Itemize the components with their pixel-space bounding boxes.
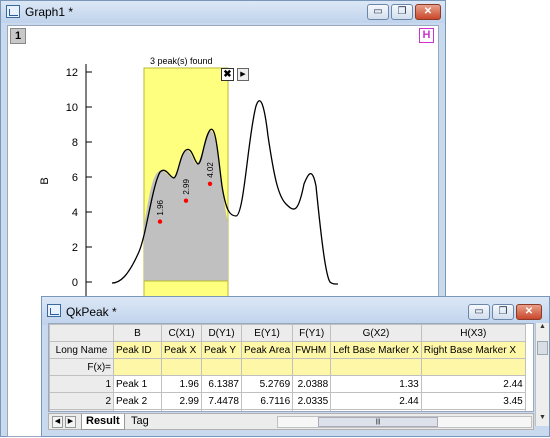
column-header[interactable]: E(Y1) (240, 324, 294, 342)
table-cell[interactable]: 2.44 (420, 375, 526, 393)
long-name-label[interactable]: Long Name (49, 341, 114, 359)
hscroll-thumb[interactable]: ||| (318, 417, 438, 427)
long-name-cell[interactable]: FWHM (292, 341, 332, 359)
graph-titlebar[interactable]: Graph1 * ▭ ❐ ✕ (1, 1, 445, 23)
y-tick-label: 6 (72, 172, 78, 184)
table-cell[interactable]: 3.45 (330, 409, 422, 411)
column-header[interactable]: F(Y1) (292, 324, 332, 342)
table-row: 2 Peak 2 2.99 7.4478 6.7116 2.0335 2.44 3.45 (49, 392, 526, 410)
table-cell[interactable]: 5.2769 (240, 375, 294, 393)
long-name-cell[interactable]: Peak Area (240, 341, 294, 359)
fx-cell[interactable] (292, 358, 332, 376)
table-cell[interactable]: 2.99 (161, 392, 202, 410)
scroll-down-icon[interactable]: ▼ (536, 414, 549, 426)
worksheet-window-icon (47, 304, 61, 317)
table-cell[interactable]: 4.02 (161, 409, 202, 411)
peak-label: 2.99 (182, 179, 191, 195)
y-tick-label: 12 (66, 67, 78, 79)
column-header[interactable]: D(Y1) (201, 324, 242, 342)
fx-row: F(x)= (49, 358, 526, 376)
table-cell[interactable]: 7.4478 (201, 392, 242, 410)
fx-cell[interactable] (161, 358, 202, 376)
fx-cell[interactable] (240, 358, 294, 376)
sheet-tab-bar: ◀ ▶ Result Tag ||| (48, 413, 534, 430)
table-cell[interactable]: Peak 1 (113, 375, 162, 393)
table-cell[interactable]: 1.33 (330, 375, 422, 393)
row-number[interactable]: 3 (49, 409, 114, 411)
peak-label: 1.96 (156, 199, 165, 215)
table-cell[interactable]: 2.44 (330, 392, 422, 410)
long-name-cell[interactable]: Left Base Marker X (330, 341, 422, 359)
fx-label[interactable]: F(x)= (49, 358, 114, 376)
y-tick-label: 2 (72, 242, 78, 254)
long-name-cell[interactable]: Right Base Marker X (420, 341, 526, 359)
worksheet-titlebar[interactable]: QkPeak * ▭ ❐ ✕ (42, 297, 549, 325)
fx-cell[interactable] (330, 358, 422, 376)
long-name-cell[interactable]: Peak X (161, 341, 202, 359)
table-cell[interactable]: 6.1387 (201, 375, 242, 393)
table-cell[interactable]: 3.45 (420, 392, 526, 410)
peak-marker[interactable] (157, 219, 163, 224)
tab-result[interactable]: Result (81, 414, 125, 430)
long-name-row: Long Name Peak ID Peak X Peak Y Peak Are… (49, 341, 526, 359)
table-cell[interactable]: 2.0335 (292, 392, 332, 410)
roi-close-button[interactable]: ✖ (221, 68, 234, 81)
roi-menu-button[interactable]: ▶ (237, 68, 249, 81)
table-row: 1 Peak 1 1.96 6.1387 5.2769 2.0388 1.33 2.44 (49, 375, 526, 393)
wks-restore-button[interactable]: ❐ (492, 304, 514, 320)
scroll-thumb[interactable] (537, 341, 548, 355)
tab-next-icon[interactable]: ▶ (65, 416, 76, 428)
horizontal-scrollbar[interactable]: ||| (277, 416, 532, 428)
table-cell[interactable]: 4.79 (420, 409, 526, 411)
table-row: 3Peak 34.028.29798.57911.13133.454.79 (49, 409, 526, 411)
table-cell[interactable]: Peak 3 (113, 409, 162, 411)
column-header[interactable]: H(X3) (420, 324, 526, 342)
worksheet-window: QkPeak * ▭ ❐ ✕ B C(X1) D(Y1) E(Y1) F(Y1)… (41, 296, 550, 437)
graph-window-title: Graph1 * (25, 5, 74, 19)
minimize-button[interactable]: ▭ (367, 4, 389, 20)
table-cell[interactable]: Peak 2 (113, 392, 162, 410)
restore-button[interactable]: ❐ (391, 4, 413, 20)
column-header-row: B C(X1) D(Y1) E(Y1) F(Y1) G(X2) H(X3) (49, 324, 526, 342)
tab-prev-icon[interactable]: ◀ (52, 416, 63, 428)
row-number[interactable]: 1 (49, 375, 114, 393)
data-rows: 1 Peak 1 1.96 6.1387 5.2769 2.0388 1.33 2.44 2 Pe… (49, 375, 526, 411)
wks-minimize-button[interactable]: ▭ (468, 304, 490, 320)
y-tick-label: 0 (72, 277, 78, 289)
long-name-cell[interactable]: Peak Y (201, 341, 242, 359)
corner-cell[interactable] (49, 324, 114, 342)
row-number[interactable]: 2 (49, 392, 114, 410)
graph-window-icon (6, 5, 20, 18)
scroll-up-icon[interactable]: ▲ (536, 323, 549, 335)
peak-marker[interactable] (207, 181, 213, 186)
peak-label: 4.02 (206, 162, 215, 178)
close-button[interactable]: ✕ (415, 4, 441, 20)
column-header[interactable]: C(X1) (161, 324, 202, 342)
peak-marker[interactable] (183, 198, 189, 203)
peaks-found-label: 3 peak(s) found (150, 56, 213, 66)
long-name-cell[interactable]: Peak ID (113, 341, 162, 359)
y-axis-label: B (39, 177, 51, 184)
worksheet-table: B C(X1) D(Y1) E(Y1) F(Y1) G(X2) H(X3) Lo… (49, 324, 526, 411)
worksheet-grid[interactable]: B C(X1) D(Y1) E(Y1) F(Y1) G(X2) H(X3) Lo… (48, 323, 534, 412)
wks-close-button[interactable]: ✕ (516, 304, 542, 320)
y-tick-label: 4 (72, 207, 78, 219)
table-cell[interactable]: 8.2979 (201, 409, 242, 411)
column-header[interactable]: G(X2) (330, 324, 422, 342)
column-header[interactable]: B (113, 324, 162, 342)
table-cell[interactable]: 1.96 (161, 375, 202, 393)
y-tick-label: 8 (72, 137, 78, 149)
worksheet-window-title: QkPeak * (66, 305, 117, 319)
y-tick-label: 10 (66, 102, 78, 114)
fx-cell[interactable] (420, 358, 526, 376)
table-cell[interactable]: 2.0388 (292, 375, 332, 393)
table-cell[interactable]: 8.5791 (240, 409, 294, 411)
tab-tag[interactable]: Tag (127, 414, 153, 430)
table-cell[interactable]: 1.1313 (292, 409, 332, 411)
vertical-scrollbar[interactable]: ▲ ▼ (535, 323, 549, 426)
fx-cell[interactable] (201, 358, 242, 376)
table-cell[interactable]: 6.7116 (240, 392, 294, 410)
fx-cell[interactable] (113, 358, 162, 376)
